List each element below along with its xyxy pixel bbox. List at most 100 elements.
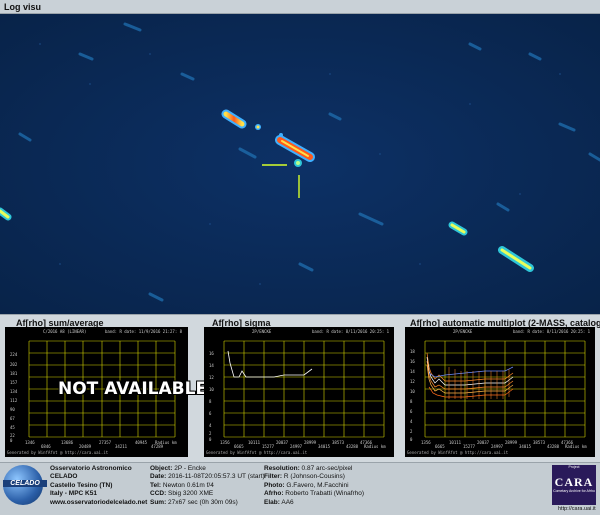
y-tick: 6 — [410, 409, 413, 414]
y-tick: 4 — [209, 423, 212, 428]
y-tick: 6 — [209, 411, 212, 416]
afrho-sigma-plot: 2P/ENCKE band: R date: 8/11/2016 20:25: … — [204, 327, 394, 457]
x-tick: 27357 — [99, 440, 112, 445]
observatory-mpc: Italy - MPC K51 — [50, 490, 97, 498]
y-tick: 16 — [209, 351, 214, 356]
processing-info: Resolution: 0.87 arc-sec/pixel Filter: R… — [264, 465, 364, 507]
afrho-multiplot: 2P/ENCKE band: R date: 8/11/2016 20:25: … — [405, 327, 595, 457]
x-tick: 10111 — [248, 440, 261, 445]
x-tick: 28999 — [505, 440, 518, 445]
star-field — [0, 14, 600, 314]
x-tick: 6665 — [234, 444, 244, 449]
x-tick: 20037 — [477, 440, 490, 445]
y-tick: 157 — [10, 380, 18, 385]
y-tick: 4 — [410, 419, 413, 424]
filter-label: Filter: — [264, 473, 283, 481]
y-tick: 181 — [10, 371, 18, 376]
plot-footer: Generated by WinfAfot @ http://cara.uai.… — [206, 450, 308, 455]
ccd-label: CCD: — [150, 490, 167, 498]
x-tick: 38573 — [533, 440, 546, 445]
plot-footer: Generated by WinfAfot @ http://cara.uai.… — [7, 450, 109, 455]
telescope-label: Tel: — [150, 481, 162, 489]
y-tick: 2 — [209, 431, 212, 436]
elab-value: AA6 — [279, 498, 294, 506]
x-tick: 20489 — [79, 444, 92, 449]
observatory-info: Osservatorio Astronomico CELADO Castello… — [50, 465, 147, 507]
x-axis-label: Radius km — [565, 444, 587, 449]
y-tick: 0 — [410, 437, 413, 442]
ccd-value: Sbig 3200 XME — [166, 490, 214, 498]
x-tick: 1356 — [421, 440, 431, 445]
y-tick: 0 — [10, 438, 13, 443]
resolution-label: Resolution: — [264, 465, 300, 472]
y-tick: 10 — [209, 387, 214, 392]
y-tick: 202 — [10, 362, 18, 367]
y-tick: 134 — [10, 389, 18, 394]
y-tick: 12 — [209, 375, 214, 380]
afrho-value: Roberto Trabatti (Winafrho) — [283, 490, 365, 498]
x-tick: 15277 — [463, 444, 476, 449]
y-tick: 18 — [410, 349, 415, 354]
plot-grid — [424, 340, 586, 438]
resolution-value: 0.87 arc-sec/pixel — [299, 465, 353, 472]
y-tick: 10 — [410, 389, 415, 394]
x-tick: 15277 — [262, 444, 275, 449]
observation-info: Object: 2P - Encke Date: 2016-11-08T20:0… — [150, 465, 265, 507]
y-tick: 45 — [10, 425, 15, 430]
photo-label: Photo: — [264, 481, 285, 489]
plot-grid — [223, 340, 385, 438]
telescope-value: Newton 0.61m f/4 — [161, 481, 214, 489]
cara-logo: Project CARA Cometary Archive for Afrho — [552, 465, 596, 505]
date-label: Date: — [150, 473, 167, 481]
y-tick: 16 — [410, 359, 415, 364]
afrho-label: Afrho: — [264, 490, 284, 498]
photo-value: G.Favero, M.Facchini — [284, 481, 349, 489]
x-tick: 34015 — [519, 444, 532, 449]
x-tick: 24997 — [491, 444, 504, 449]
x-tick: 24997 — [290, 444, 303, 449]
x-tick: 10111 — [449, 440, 462, 445]
cara-logo-subtitle: Cometary Archive for Afrho — [553, 489, 595, 493]
cara-logo-title: CARA — [554, 475, 594, 489]
observatory-location: Castello Tesino (TN) — [50, 481, 113, 489]
y-tick: 12 — [410, 379, 415, 384]
x-tick: 6665 — [435, 444, 445, 449]
x-tick: 34211 — [115, 444, 128, 449]
multiplot-series — [426, 352, 514, 398]
date-value: 2016-11-08T20:05:57.3 UT (start) — [166, 473, 265, 481]
x-tick: 20037 — [276, 440, 289, 445]
object-label: Object: — [150, 465, 173, 472]
x-axis-label: Radius km — [155, 440, 177, 445]
x-tick: 43288 — [547, 444, 560, 449]
window-title: Log visu — [0, 0, 600, 14]
object-value: 2P - Encke — [172, 465, 206, 472]
observatory-name: Osservatorio Astronomico — [50, 465, 132, 472]
cara-url[interactable]: http://cara.uai.it — [558, 506, 596, 512]
x-tick: 6846 — [41, 444, 51, 449]
not-available-label: NOT AVAILABLE — [58, 379, 208, 399]
observatory-site: CELADO — [50, 473, 78, 481]
observatory-website: www.osservatoriodelcelado.net — [50, 498, 148, 506]
comet-image — [0, 14, 600, 314]
x-axis-label: Radius km — [364, 444, 386, 449]
x-tick: 34015 — [318, 444, 331, 449]
y-tick: 14 — [209, 363, 214, 368]
plot-footer: Generated by WinfAfot @ http://cara.uai.… — [407, 450, 509, 455]
x-tick: 38573 — [332, 440, 345, 445]
x-tick: 43288 — [346, 444, 359, 449]
sum-label: Sum: — [150, 498, 167, 506]
celado-logo: CELADO — [3, 465, 47, 505]
sigma-line — [227, 350, 313, 378]
x-tick: 40945 — [135, 440, 148, 445]
y-tick: 67 — [10, 416, 15, 421]
x-tick: 1346 — [25, 440, 35, 445]
elab-label: Elab: — [264, 498, 280, 506]
sum-value: 27x67 sec (0h 30m 09s) — [166, 498, 238, 506]
x-tick: 13686 — [61, 440, 74, 445]
celado-logo-text: CELADO — [3, 480, 47, 487]
y-tick: 224 — [10, 352, 18, 357]
cara-logo-project: Project — [568, 465, 580, 469]
x-tick: 1356 — [220, 440, 230, 445]
y-tick: 8 — [410, 399, 413, 404]
x-tick: 28999 — [304, 440, 317, 445]
